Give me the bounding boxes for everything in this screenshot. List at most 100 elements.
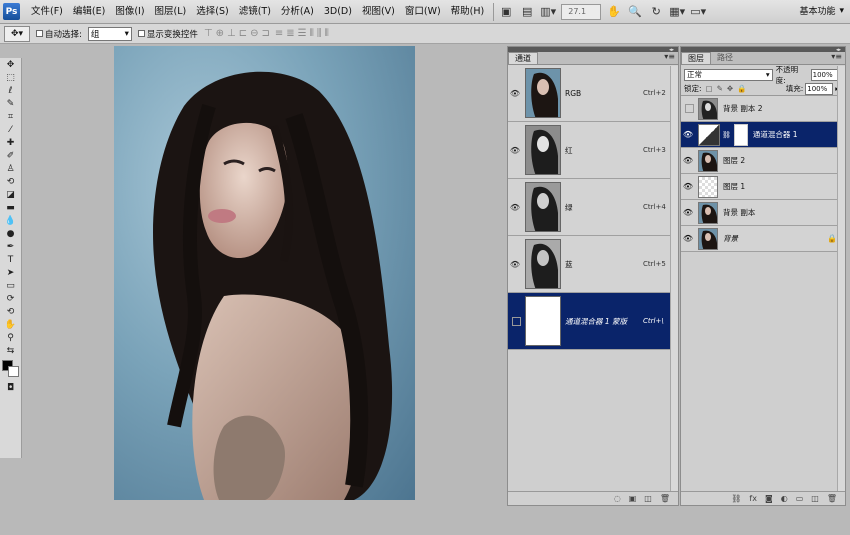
color-swatches[interactable] xyxy=(1,359,21,379)
layer-row-background[interactable]: 👁 背景 🔒 xyxy=(681,226,845,252)
link-layers-icon[interactable]: ⛓ xyxy=(731,494,741,503)
distribute-bottom-icon[interactable]: ☰ xyxy=(298,28,307,39)
align-hcenter-icon[interactable]: ⊖ xyxy=(250,28,258,39)
menu-layer[interactable]: 图层(L) xyxy=(150,0,192,24)
eye-icon[interactable]: 👁 xyxy=(681,182,695,191)
lock-pixels-icon[interactable]: ✎ xyxy=(717,84,723,93)
layer-style-icon[interactable]: fx xyxy=(749,494,757,503)
layer-row-background-copy-2[interactable]: 背景 副本 2 xyxy=(681,96,845,122)
channel-row-rgb[interactable]: 👁 RGB Ctrl+2 xyxy=(508,65,678,122)
clone-stamp-tool-icon[interactable]: ♙ xyxy=(1,162,21,175)
align-left-icon[interactable]: ⊏ xyxy=(239,28,247,39)
align-right-icon[interactable]: ⊐ xyxy=(262,28,270,39)
bridge-icon[interactable]: ▣ xyxy=(498,4,514,20)
align-top-icon[interactable]: ⊤ xyxy=(204,28,213,39)
type-tool-icon[interactable]: T xyxy=(1,253,21,266)
adjustment-layer-icon[interactable]: ◐ xyxy=(781,494,788,503)
zoom-level[interactable]: 27.1 xyxy=(561,3,602,20)
tab-channels[interactable]: 通道 xyxy=(508,52,538,64)
lock-transparency-icon[interactable]: ▢ xyxy=(706,84,713,93)
auto-select-dropdown[interactable]: 组 ▾ xyxy=(87,26,132,41)
menu-analysis[interactable]: 分析(A) xyxy=(276,0,319,24)
new-layer-icon[interactable]: ◫ xyxy=(811,494,819,503)
quick-select-tool-icon[interactable]: ✎ xyxy=(1,97,21,110)
hand-tool-icon[interactable]: ✋ xyxy=(606,4,622,20)
eye-icon[interactable]: 👁 xyxy=(508,260,522,269)
panel-menu-icon[interactable]: ▾≡ xyxy=(664,52,675,61)
menu-window[interactable]: 窗口(W) xyxy=(400,0,446,24)
blur-tool-icon[interactable]: 💧 xyxy=(1,214,21,227)
3d-rotate-tool-icon[interactable]: ⟳ xyxy=(1,292,21,305)
zoom-tool-icon[interactable]: 🔍 xyxy=(627,4,643,20)
tab-paths[interactable]: 路径 xyxy=(711,52,739,64)
layers-scrollbar[interactable] xyxy=(837,66,845,491)
distribute-right-icon[interactable]: ⦀ xyxy=(324,28,329,39)
load-selection-icon[interactable]: ◌ xyxy=(614,494,621,503)
view-extras-icon[interactable]: ▥▾ xyxy=(540,4,556,20)
tool-preset-picker[interactable]: ✥▾ xyxy=(4,25,30,42)
shape-tool-icon[interactable]: ▭ xyxy=(1,279,21,292)
layer-row-background-copy[interactable]: 👁 背景 副本 xyxy=(681,200,845,226)
delete-icon[interactable]: 🗑 xyxy=(660,494,670,503)
workspace-switcher[interactable]: 基本功能 ▾ xyxy=(799,4,844,18)
marquee-tool-icon[interactable]: ⬚ xyxy=(1,71,21,84)
menu-help[interactable]: 帮助(H) xyxy=(446,0,490,24)
menu-filter[interactable]: 滤镜(T) xyxy=(234,0,276,24)
rotate-view-icon[interactable]: ↻ xyxy=(648,4,664,20)
visibility-toggle[interactable] xyxy=(681,104,695,113)
brush-tool-icon[interactable]: ✐ xyxy=(1,149,21,162)
layer-row-channel-mixer[interactable]: 👁 ⛓ 通道混合器 1 xyxy=(681,122,845,148)
lock-all-icon[interactable]: 🔒 xyxy=(737,84,746,93)
panel-menu-icon[interactable]: ▾≡ xyxy=(831,52,842,61)
opacity-field[interactable]: 100% xyxy=(810,68,839,81)
zoom-tool-icon[interactable]: ⚲ xyxy=(1,331,21,344)
distribute-hcenter-icon[interactable]: ⫼ xyxy=(317,28,322,39)
lasso-tool-icon[interactable]: ℓ xyxy=(1,84,21,97)
distribute-vcenter-icon[interactable]: ≣ xyxy=(286,28,294,39)
menu-3d[interactable]: 3D(D) xyxy=(319,0,357,24)
menu-image[interactable]: 图像(I) xyxy=(110,0,149,24)
tab-layers[interactable]: 图层 xyxy=(681,52,711,64)
blend-mode-dropdown[interactable]: 正常 ▾ xyxy=(684,68,773,81)
delete-icon[interactable]: 🗑 xyxy=(827,494,837,503)
eye-icon[interactable]: 👁 xyxy=(681,156,695,165)
eye-icon[interactable]: 👁 xyxy=(681,130,695,139)
eyedropper-tool-icon[interactable]: ⁄ xyxy=(1,123,21,136)
channel-row-red[interactable]: 👁 红 Ctrl+3 xyxy=(508,122,678,179)
quick-mask-icon[interactable]: ◘ xyxy=(1,381,21,394)
channel-row-blue[interactable]: 👁 蓝 Ctrl+5 xyxy=(508,236,678,293)
screen-mode-icon[interactable]: ▭▾ xyxy=(690,4,706,20)
channels-scrollbar[interactable] xyxy=(670,66,678,491)
eye-icon[interactable]: 👁 xyxy=(508,89,522,98)
layer-row-layer-1[interactable]: 👁 图层 1 xyxy=(681,174,845,200)
menu-select[interactable]: 选择(S) xyxy=(191,0,233,24)
new-group-icon[interactable]: ▭ xyxy=(796,494,804,503)
mini-bridge-icon[interactable]: ▤ xyxy=(519,4,535,20)
eye-icon[interactable]: 👁 xyxy=(681,208,695,217)
eraser-tool-icon[interactable]: ◪ xyxy=(1,188,21,201)
path-select-tool-icon[interactable]: ➤ xyxy=(1,266,21,279)
menu-view[interactable]: 视图(V) xyxy=(357,0,400,24)
history-brush-tool-icon[interactable]: ⟲ xyxy=(1,175,21,188)
auto-select-checkbox[interactable]: 自动选择: xyxy=(36,28,82,40)
healing-brush-tool-icon[interactable]: ✚ xyxy=(1,136,21,149)
channel-row-green[interactable]: 👁 绿 Ctrl+4 xyxy=(508,179,678,236)
show-transform-controls-checkbox[interactable]: 显示变换控件 xyxy=(137,28,198,40)
visibility-toggle[interactable] xyxy=(508,316,522,326)
menu-file[interactable]: 文件(F) xyxy=(26,0,68,24)
background-color[interactable] xyxy=(7,366,19,377)
3d-orbit-tool-icon[interactable]: ⟲ xyxy=(1,305,21,318)
eye-icon[interactable]: 👁 xyxy=(508,203,522,212)
add-mask-icon[interactable]: ◙ xyxy=(765,494,773,503)
lock-position-icon[interactable]: ✥ xyxy=(727,84,733,93)
pen-tool-icon[interactable]: ✒ xyxy=(1,240,21,253)
arrange-documents-icon[interactable]: ▦▾ xyxy=(669,4,685,20)
move-tool-icon[interactable]: ✥ xyxy=(1,58,21,71)
channel-row-mixer-mask[interactable]: 通道混合器 1 蒙版 Ctrl+\ xyxy=(508,293,678,350)
distribute-left-icon[interactable]: ⫴ xyxy=(310,28,314,39)
swap-colors-icon[interactable]: ⇆ xyxy=(1,344,21,357)
layer-mask-thumbnail[interactable] xyxy=(733,123,748,146)
distribute-top-icon[interactable]: ≡ xyxy=(275,28,283,39)
crop-tool-icon[interactable]: ⌗ xyxy=(1,110,21,123)
hand-tool-icon[interactable]: ✋ xyxy=(1,318,21,331)
